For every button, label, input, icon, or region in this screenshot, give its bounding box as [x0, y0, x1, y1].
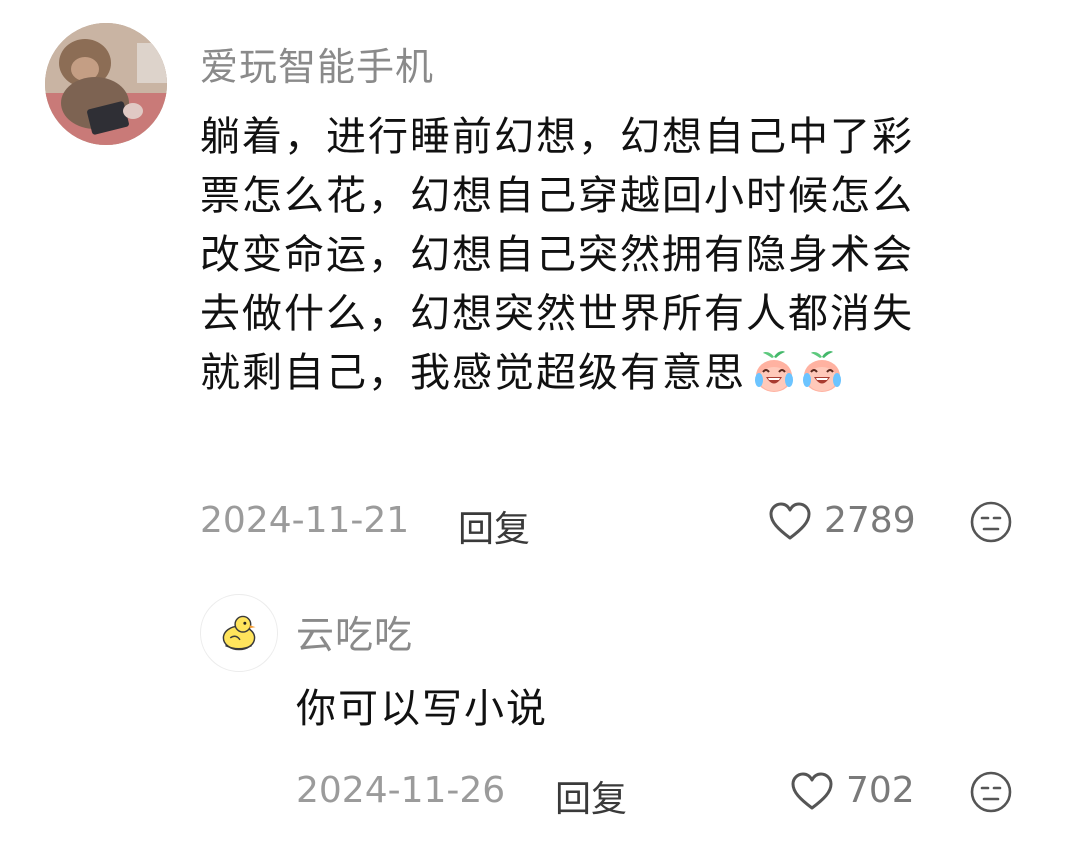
- crying-laughing-peach-emoji: [803, 351, 841, 392]
- user-avatar[interactable]: [45, 23, 167, 145]
- reply-button[interactable]: 回复: [458, 500, 530, 552]
- neutral-face-icon[interactable]: [970, 501, 1012, 543]
- reply-user-avatar[interactable]: [200, 594, 278, 672]
- monkey-photo-icon: [45, 23, 167, 145]
- neutral-face-icon[interactable]: [970, 771, 1012, 813]
- reply-like-count: 702: [846, 770, 915, 811]
- comment-text-line: 去做什么，幻想突然世界所有人都消失: [200, 291, 914, 337]
- comment-text-line: 票怎么花，幻想自己穿越回小时候怎么: [200, 173, 914, 219]
- yellow-chick-avatar-icon: [222, 615, 256, 651]
- comment-username[interactable]: 爱玩智能手机: [200, 36, 434, 91]
- comment-text: 躺着，进行睡前幻想，幻想自己中了彩 票怎么花，幻想自己穿越回小时候怎么 改变命运…: [200, 108, 914, 403]
- reply-username[interactable]: 云吃吃: [296, 604, 413, 659]
- comment-text-last-line: 就剩自己，我感觉超级有意思: [200, 344, 914, 403]
- comment-date: 2024-11-21: [200, 500, 410, 541]
- reply-text: 你可以写小说: [296, 680, 548, 739]
- comment-text-line: 改变命运，幻想自己突然拥有隐身术会: [200, 232, 914, 278]
- crying-laughing-peach-emoji: [755, 351, 793, 392]
- like-count: 2789: [824, 500, 916, 541]
- reply-reply-button[interactable]: 回复: [555, 770, 627, 822]
- comment-text-line: 躺着，进行睡前幻想，幻想自己中了彩: [200, 114, 914, 160]
- like-button[interactable]: 2789: [768, 500, 916, 541]
- reply-like-button[interactable]: 702: [790, 770, 915, 811]
- heart-outline-icon: [791, 772, 833, 809]
- heart-outline-icon: [769, 502, 811, 539]
- reply-date: 2024-11-26: [296, 770, 506, 811]
- reply-text-line: 你可以写小说: [296, 686, 548, 732]
- comment-text-line: 就剩自己，我感觉超级有意思: [200, 350, 746, 396]
